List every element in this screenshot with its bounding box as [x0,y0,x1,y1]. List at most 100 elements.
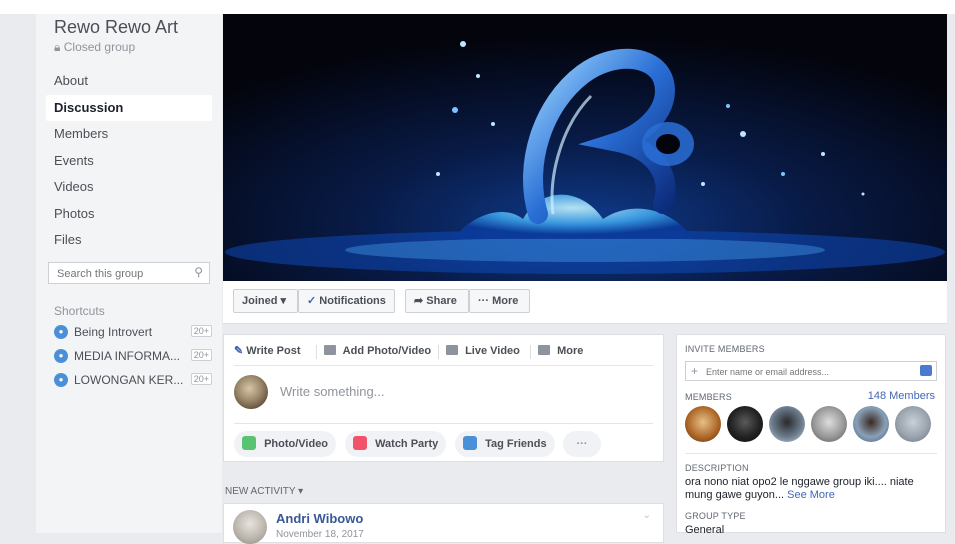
new-activity-sort[interactable]: NEW ACTIVITY ▾ [225,486,303,497]
popcorn-icon [353,436,367,450]
joined-button[interactable]: Joined ▾ [233,289,298,313]
divider [438,345,439,359]
tag-friends-button[interactable]: Tag Friends [455,431,555,457]
group-search-input[interactable] [55,264,187,284]
see-more-link[interactable]: See More [787,489,835,501]
shortcut-label: MEDIA INFORMA... [74,349,181,363]
avatar[interactable] [895,406,931,442]
post-composer: ✎ Write Post Add Photo/Video Live Video … [223,334,664,462]
cover-art [223,14,947,281]
more-options-button[interactable]: ··· [563,431,601,457]
message-icon[interactable] [920,365,932,376]
lock-icon: 🔒︎ [54,40,61,54]
group-search: ⚲ [48,262,210,284]
group-type-value: General [685,524,725,536]
watch-party-label: Watch Party [375,438,439,450]
check-icon: ✓ [307,295,317,307]
group-name[interactable]: Rewo Rewo Art [54,17,178,38]
pencil-icon: ✎ [234,345,244,357]
tab-more[interactable]: More [538,343,583,359]
group-privacy-label: Closed group [63,40,136,54]
avatar[interactable] [685,406,721,442]
members-count[interactable]: 148 Members [868,390,935,402]
ellipsis-icon: ··· [478,295,489,307]
shortcut-badge: 20+ [190,325,212,337]
divider [685,453,937,454]
divider [234,365,653,366]
group-privacy: 🔒︎ Closed group [54,40,135,55]
chevron-down-icon: ▾ [298,486,304,497]
nav-item-events[interactable]: Events [46,148,212,175]
nav-item-about[interactable]: About [46,68,212,95]
share-button[interactable]: ➦ Share [405,289,469,313]
tab-live-video-label: Live Video [465,345,520,357]
new-activity-label: NEW ACTIVITY [225,486,296,497]
photo-icon [242,436,256,450]
nav-item-discussion[interactable]: Discussion [46,94,212,121]
tab-live-video[interactable]: Live Video [446,343,520,359]
description-heading: DESCRIPTION [685,463,749,473]
plus-icon: + [691,364,699,378]
nav-item-photos[interactable]: Photos [46,201,212,228]
chevron-down-icon: ▾ [280,295,287,307]
post-date[interactable]: November 18, 2017 [276,529,364,540]
tab-add-photo-video-label: Add Photo/Video [342,345,432,357]
photo-video-label: Photo/Video [264,438,329,450]
shortcut-item[interactable]: ● MEDIA INFORMA... 20+ [54,348,212,366]
members-heading: MEMBERS [685,392,732,402]
group-nav: About Discussion Members Events Videos P… [46,68,212,254]
nav-item-files[interactable]: Files [46,227,212,254]
group-action-bar: Joined ▾ ✓ Notifications ➦ Share ··· Mor… [223,281,947,324]
share-label: Share [426,295,457,307]
shortcut-item[interactable]: ● LOWONGAN KER... 20+ [54,372,212,390]
notifications-label: Notifications [319,295,386,307]
avatar[interactable] [727,406,763,442]
group-info-panel: INVITE MEMBERS + MEMBERS 148 Members DES… [676,334,946,536]
tab-write-post-label: Write Post [246,345,301,357]
avatar[interactable] [234,375,268,409]
video-camera-icon [446,345,458,355]
top-strip [0,0,955,14]
tab-add-photo-video[interactable]: Add Photo/Video [324,343,431,359]
feed-post: Andri Wibowo November 18, 2017 ⌄ [223,503,664,544]
shortcut-item[interactable]: ● Being Introvert 20+ [54,324,212,342]
camera-icon [324,345,336,355]
nav-item-videos[interactable]: Videos [46,174,212,201]
more-button[interactable]: ··· More [469,289,530,313]
divider [234,423,653,424]
photo-video-button[interactable]: Photo/Video [234,431,337,457]
avatar[interactable] [853,406,889,442]
shortcuts-heading: Shortcuts [54,304,105,318]
shortcut-label: Being Introvert [74,325,153,339]
group-icon: ● [54,349,68,363]
shortcut-badge: 20+ [190,373,212,385]
notifications-button[interactable]: ✓ Notifications [298,289,395,313]
joined-label: Joined [242,295,278,307]
group-type-heading: GROUP TYPE [685,511,746,521]
cover-photo[interactable] [223,14,947,281]
left-sidebar: Rewo Rewo Art 🔒︎ Closed group About Disc… [36,14,222,533]
composer-input[interactable]: Write something... [280,384,385,399]
nav-item-members[interactable]: Members [46,121,212,148]
tab-write-post[interactable]: ✎ Write Post [234,343,300,359]
chevron-down-icon[interactable]: ⌄ [643,510,651,521]
more-icon [538,345,550,355]
avatar[interactable] [769,406,805,442]
more-label: More [492,295,519,307]
search-icon[interactable]: ⚲ [194,265,203,279]
share-icon: ➦ [414,295,424,307]
group-icon: ● [54,325,68,339]
group-description: ora nono niat opo2 le nggawe group iki..… [685,476,937,502]
invite-members-heading: INVITE MEMBERS [685,344,765,354]
invite-members-input[interactable] [704,364,908,380]
tab-more-label: More [557,345,584,357]
shortcut-label: LOWONGAN KER... [74,373,184,387]
avatar[interactable] [811,406,847,442]
post-author[interactable]: Andri Wibowo [276,511,363,526]
divider [316,345,317,359]
avatar[interactable] [233,510,267,544]
watch-party-button[interactable]: Watch Party [345,431,447,457]
tag-friends-icon [463,436,477,450]
group-icon: ● [54,373,68,387]
shortcut-badge: 20+ [190,349,212,361]
